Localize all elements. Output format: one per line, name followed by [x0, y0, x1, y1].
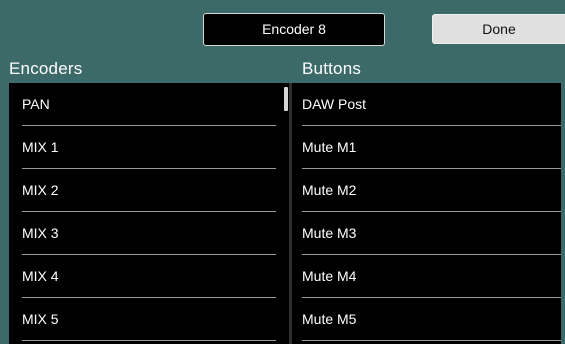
button-list-item[interactable]: Mute M5 — [292, 298, 561, 341]
encoder-list-item[interactable]: MIX 2 — [9, 169, 289, 212]
encoder-item-label: MIX 5 — [22, 311, 59, 327]
buttons-header: Buttons — [302, 59, 362, 78]
encoder-list-item[interactable]: MIX 1 — [9, 126, 289, 169]
encoders-scrollbar[interactable] — [284, 87, 288, 111]
row-divider — [22, 340, 276, 341]
encoder-item-label: MIX 3 — [22, 225, 59, 241]
encoder-list-item[interactable]: MIX 5 — [9, 298, 289, 341]
encoder-assignment-screen: Encoder 8 Done Encoders Buttons PAN MIX … — [0, 0, 565, 344]
encoder-item-label: MIX 1 — [22, 139, 59, 155]
encoder-select-button[interactable]: Encoder 8 — [203, 13, 385, 46]
row-divider — [302, 340, 561, 341]
button-list-item[interactable]: Mute M1 — [292, 126, 561, 169]
button-list-item[interactable]: DAW Post — [292, 83, 561, 126]
encoder-item-label: MIX 4 — [22, 268, 59, 284]
encoders-list[interactable]: PAN MIX 1 MIX 2 MIX 3 MIX 4 MIX 5 — [9, 83, 289, 344]
button-list-item[interactable]: Mute M3 — [292, 212, 561, 255]
button-item-label: Mute M5 — [302, 311, 357, 327]
encoder-list-item[interactable]: MIX 3 — [9, 212, 289, 255]
button-list-item[interactable]: Mute M4 — [292, 255, 561, 298]
encoder-item-label: MIX 2 — [22, 182, 59, 198]
encoders-header: Encoders — [9, 59, 83, 78]
encoder-list-item[interactable]: MIX 4 — [9, 255, 289, 298]
button-item-label: Mute M3 — [302, 225, 357, 241]
button-list-item[interactable]: Mute M2 — [292, 169, 561, 212]
buttons-list[interactable]: DAW Post Mute M1 Mute M2 Mute M3 Mute M4… — [292, 83, 561, 344]
button-item-label: Mute M2 — [302, 182, 357, 198]
button-item-label: DAW Post — [302, 96, 367, 112]
done-button[interactable]: Done — [432, 14, 565, 44]
encoder-item-label: PAN — [22, 96, 50, 112]
button-item-label: Mute M4 — [302, 268, 357, 284]
encoder-list-item[interactable]: PAN — [9, 83, 289, 126]
button-item-label: Mute M1 — [302, 139, 357, 155]
